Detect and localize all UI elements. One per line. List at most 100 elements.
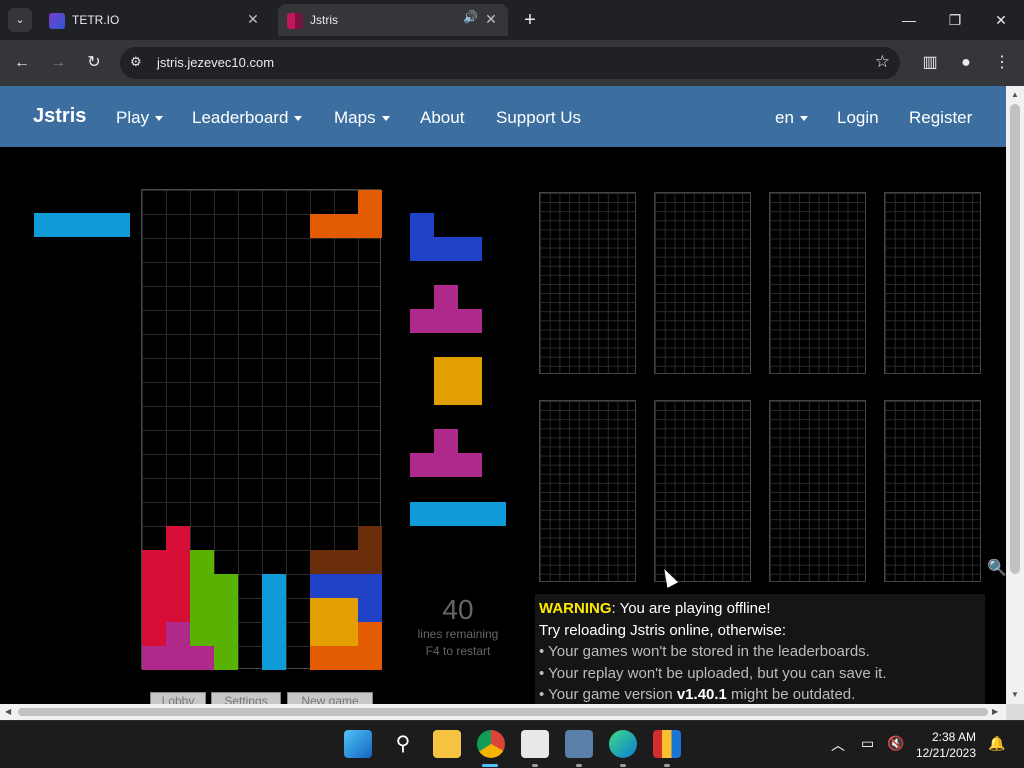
search-icon[interactable]: ⚲ bbox=[389, 730, 417, 758]
file-explorer-icon[interactable] bbox=[433, 730, 461, 758]
menu-kebab-icon[interactable]: ⋮ bbox=[990, 51, 1014, 75]
board-block bbox=[214, 646, 238, 670]
clock-date: 12/21/2023 bbox=[915, 746, 976, 760]
bookmark-star-icon[interactable]: ☆ bbox=[875, 52, 890, 72]
board-block bbox=[190, 574, 238, 598]
forward-icon[interactable]: → bbox=[46, 51, 70, 75]
new-tab-button[interactable]: + bbox=[518, 8, 542, 32]
board-block bbox=[262, 646, 286, 670]
opponent-board bbox=[884, 400, 981, 582]
tetris-app-icon[interactable] bbox=[653, 730, 681, 758]
edge-icon[interactable] bbox=[609, 730, 637, 758]
system-clock[interactable]: 2:38 AM 12/21/2023 bbox=[910, 729, 976, 761]
language-selector[interactable]: en bbox=[775, 108, 808, 128]
board-block bbox=[358, 598, 382, 622]
browser-tab-bar: ⌄ TETR.IO ✕ Jstris 🔊 ✕ + — ❐ ✕ bbox=[0, 0, 1024, 40]
photos-icon[interactable] bbox=[565, 730, 593, 758]
vertical-scroll-thumb[interactable] bbox=[1010, 104, 1020, 574]
settings-button[interactable]: Settings bbox=[211, 692, 281, 704]
restore-icon[interactable]: ❐ bbox=[932, 0, 978, 40]
opponent-board bbox=[769, 400, 866, 582]
reload-icon[interactable]: ↻ bbox=[82, 51, 106, 75]
warning-line2: Try reloading Jstris online, otherwise: bbox=[539, 621, 787, 639]
tab-title: TETR.IO bbox=[72, 13, 120, 27]
side-panel-icon[interactable]: ▥ bbox=[918, 51, 942, 75]
queue-block bbox=[410, 309, 482, 333]
nav-maps[interactable]: Maps bbox=[334, 108, 390, 128]
board-block bbox=[190, 550, 214, 574]
new-game-button[interactable]: New game bbox=[287, 692, 373, 704]
board-block bbox=[310, 214, 382, 238]
vertical-scrollbar[interactable]: ▲ ▼ bbox=[1006, 86, 1024, 704]
lines-counter: 40 lines remaining F4 to restart bbox=[410, 594, 506, 660]
nav-support-us[interactable]: Support Us bbox=[496, 108, 581, 128]
browser-toolbar: ← → ↻ ⚙ jstris.jezevec10.com ☆ ▥ ● ⋮ bbox=[0, 40, 1024, 86]
back-icon[interactable]: ← bbox=[10, 51, 34, 75]
tray-chevron-up-icon[interactable]: ︿ bbox=[831, 735, 845, 755]
opponent-board bbox=[539, 400, 636, 582]
speaker-icon[interactable]: 🔊 bbox=[463, 10, 478, 24]
site-info-icon[interactable]: ⚙ bbox=[130, 54, 142, 70]
horizontal-scrollbar[interactable]: ◀ ▶ bbox=[0, 704, 1006, 720]
zoom-magnifier-icon[interactable]: 🔍 bbox=[987, 558, 1006, 577]
close-tab-icon[interactable]: ✕ bbox=[244, 10, 262, 28]
nav-label: Maps bbox=[334, 108, 376, 127]
display-icon[interactable]: ▭ bbox=[861, 735, 874, 752]
url-text[interactable]: jstris.jezevec10.com bbox=[157, 55, 274, 70]
clock-time: 2:38 AM bbox=[931, 730, 976, 744]
volume-muted-icon[interactable]: 🔇 bbox=[887, 735, 904, 752]
board-block bbox=[262, 622, 286, 646]
game-board[interactable] bbox=[141, 189, 382, 670]
board-block bbox=[142, 646, 214, 670]
lines-remaining-label: lines remaining bbox=[417, 627, 499, 641]
board-block bbox=[262, 598, 286, 622]
board-block bbox=[166, 622, 190, 646]
queue-block bbox=[410, 237, 482, 261]
brand-logo[interactable]: Jstris bbox=[33, 105, 86, 128]
scroll-down-arrow-icon[interactable]: ▼ bbox=[1011, 690, 1019, 699]
board-block bbox=[142, 622, 166, 646]
warning-title: WARNING bbox=[539, 600, 612, 617]
board-block bbox=[142, 574, 190, 598]
address-bar[interactable]: ⚙ jstris.jezevec10.com ☆ bbox=[120, 47, 900, 79]
scroll-left-arrow-icon[interactable]: ◀ bbox=[5, 707, 11, 716]
nav-label: Play bbox=[116, 108, 150, 127]
lobby-button[interactable]: Lobby bbox=[150, 692, 206, 704]
queue-block bbox=[434, 429, 458, 453]
chrome-icon[interactable] bbox=[477, 730, 505, 758]
lines-remaining-value: 40 bbox=[442, 594, 474, 625]
close-window-icon[interactable]: ✕ bbox=[978, 0, 1024, 40]
login-link[interactable]: Login bbox=[837, 108, 879, 128]
app-indicator bbox=[664, 764, 670, 767]
page-viewport: Jstris Play Leaderboard Maps About Suppo… bbox=[0, 86, 1006, 704]
scroll-up-arrow-icon[interactable]: ▲ bbox=[1011, 90, 1019, 99]
scroll-right-arrow-icon[interactable]: ▶ bbox=[992, 707, 998, 716]
offline-warning: WARNING: You are playing offline! Try re… bbox=[535, 594, 985, 704]
microsoft-store-icon[interactable] bbox=[521, 730, 549, 758]
board-block bbox=[190, 622, 238, 646]
horizontal-scroll-thumb[interactable] bbox=[18, 708, 988, 716]
jstris-favicon-icon bbox=[287, 13, 303, 29]
profile-icon[interactable]: ● bbox=[954, 51, 978, 75]
queue-block bbox=[410, 453, 482, 477]
board-block bbox=[310, 550, 382, 574]
tab-tetrio[interactable]: TETR.IO ✕ bbox=[40, 4, 270, 36]
notification-bell-icon[interactable]: 🔔 bbox=[988, 735, 1005, 752]
version-text: v1.40.1 bbox=[676, 686, 727, 703]
caret-down-icon bbox=[381, 116, 390, 122]
tab-jstris[interactable]: Jstris 🔊 ✕ bbox=[278, 4, 508, 36]
site-navbar: Jstris Play Leaderboard Maps About Suppo… bbox=[0, 86, 1006, 147]
tab-search-chevron-icon[interactable]: ⌄ bbox=[8, 8, 32, 32]
nav-leaderboard[interactable]: Leaderboard bbox=[192, 108, 303, 128]
warning-bullet-pre: • Your game version bbox=[539, 686, 677, 703]
start-windows-icon[interactable] bbox=[344, 730, 372, 758]
restart-hint: F4 to restart bbox=[425, 644, 491, 658]
register-link[interactable]: Register bbox=[909, 108, 972, 128]
minimize-icon[interactable]: — bbox=[886, 0, 932, 40]
app-indicator bbox=[620, 764, 626, 767]
nav-about[interactable]: About bbox=[420, 108, 464, 128]
board-block bbox=[358, 622, 382, 646]
windows-taskbar: ⚲ ︿ ▭ 🔇 2:38 AM 12/21/2023 🔔 bbox=[0, 720, 1024, 768]
nav-play[interactable]: Play bbox=[116, 108, 164, 128]
close-tab-icon[interactable]: ✕ bbox=[482, 10, 500, 28]
